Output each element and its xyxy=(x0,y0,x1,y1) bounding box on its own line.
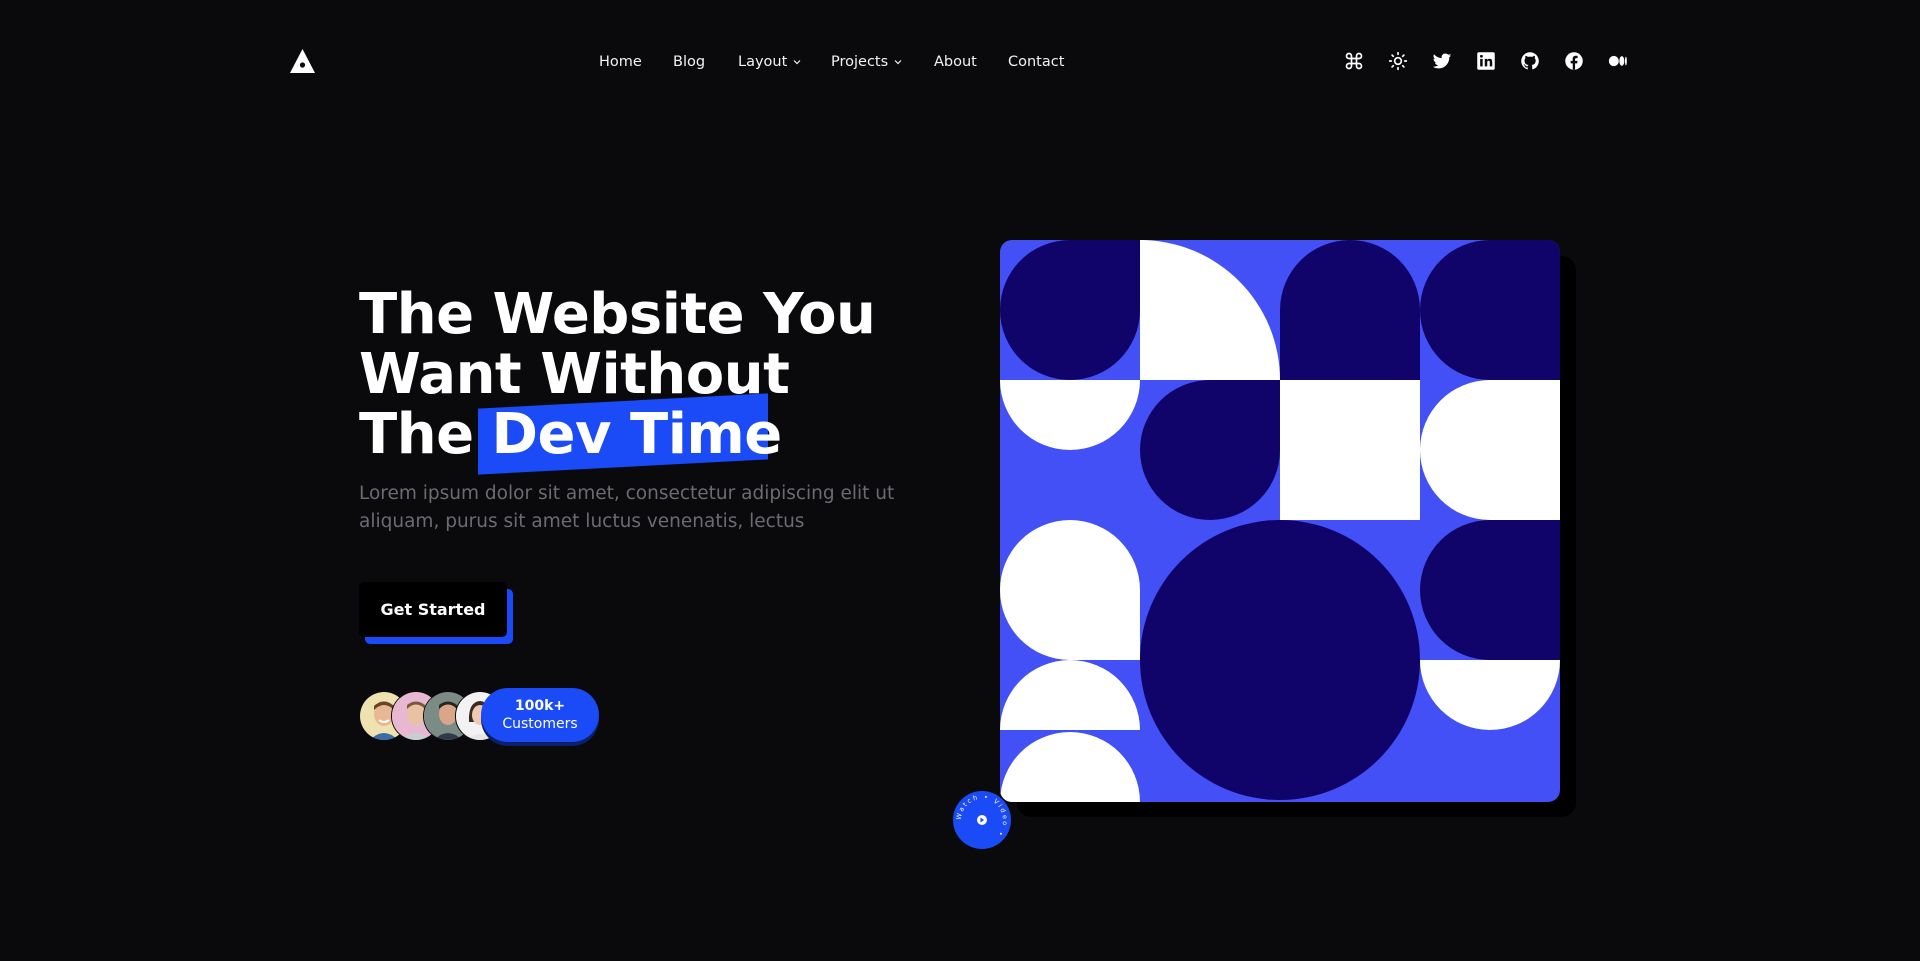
command-button[interactable] xyxy=(1343,50,1365,72)
nav-about-label: About xyxy=(934,54,977,70)
hero-artwork xyxy=(1000,240,1560,802)
nav-projects[interactable]: Projects xyxy=(831,50,903,74)
command-icon xyxy=(1345,52,1363,70)
nav-home-label: Home xyxy=(599,54,642,70)
main-nav: Home Blog Layout Projects About Contact xyxy=(0,50,1920,74)
watch-video-button[interactable]: Watch • Video • xyxy=(952,790,1012,850)
linkedin-link[interactable] xyxy=(1475,50,1497,72)
hero-title-line-3-prefix: The xyxy=(359,402,474,467)
nav-contact-label: Contact xyxy=(1008,54,1065,70)
nav-layout[interactable]: Layout xyxy=(738,50,802,74)
title-highlight: Dev Time xyxy=(477,393,798,475)
geometric-pattern-image xyxy=(1000,240,1560,802)
hero-title: The Website You Want Without The Dev Time xyxy=(359,282,919,475)
sun-icon xyxy=(1388,51,1408,71)
twitter-link[interactable] xyxy=(1431,50,1453,72)
hero-subtitle: Lorem ipsum dolor sit amet, consectetur … xyxy=(359,483,895,532)
nav-blog-label: Blog xyxy=(673,54,706,70)
customers-label: Customers xyxy=(502,715,578,732)
chevron-down-icon xyxy=(894,60,902,65)
facebook-link[interactable] xyxy=(1563,50,1585,72)
theme-toggle-button[interactable] xyxy=(1387,50,1409,72)
nav-home[interactable]: Home xyxy=(599,50,642,74)
nav-projects-label: Projects xyxy=(831,54,889,70)
facebook-icon xyxy=(1565,52,1583,70)
customers-badge: 100k+ Customers xyxy=(481,688,599,742)
chevron-down-icon xyxy=(793,60,801,65)
watch-video-icon: Watch • Video • xyxy=(953,791,1011,849)
hero-title-line-1: The Website You xyxy=(359,282,876,347)
nav-contact[interactable]: Contact xyxy=(1008,50,1064,74)
linkedin-icon xyxy=(1477,52,1495,70)
github-icon xyxy=(1521,52,1539,70)
title-highlight-text: Dev Time xyxy=(491,402,783,467)
twitter-icon xyxy=(1432,53,1452,69)
medium-icon xyxy=(1608,55,1627,67)
nav-layout-label: Layout xyxy=(738,54,788,70)
hero-title-line-2: Want Without xyxy=(359,342,790,407)
nav-blog[interactable]: Blog xyxy=(673,50,705,74)
github-link[interactable] xyxy=(1519,50,1541,72)
hero-title-line-3: The Dev Time xyxy=(359,393,919,475)
nav-about[interactable]: About xyxy=(934,50,977,74)
customers-count: 100k+ xyxy=(514,697,566,714)
medium-link[interactable] xyxy=(1607,50,1629,72)
get-started-button[interactable]: Get Started xyxy=(359,582,507,637)
